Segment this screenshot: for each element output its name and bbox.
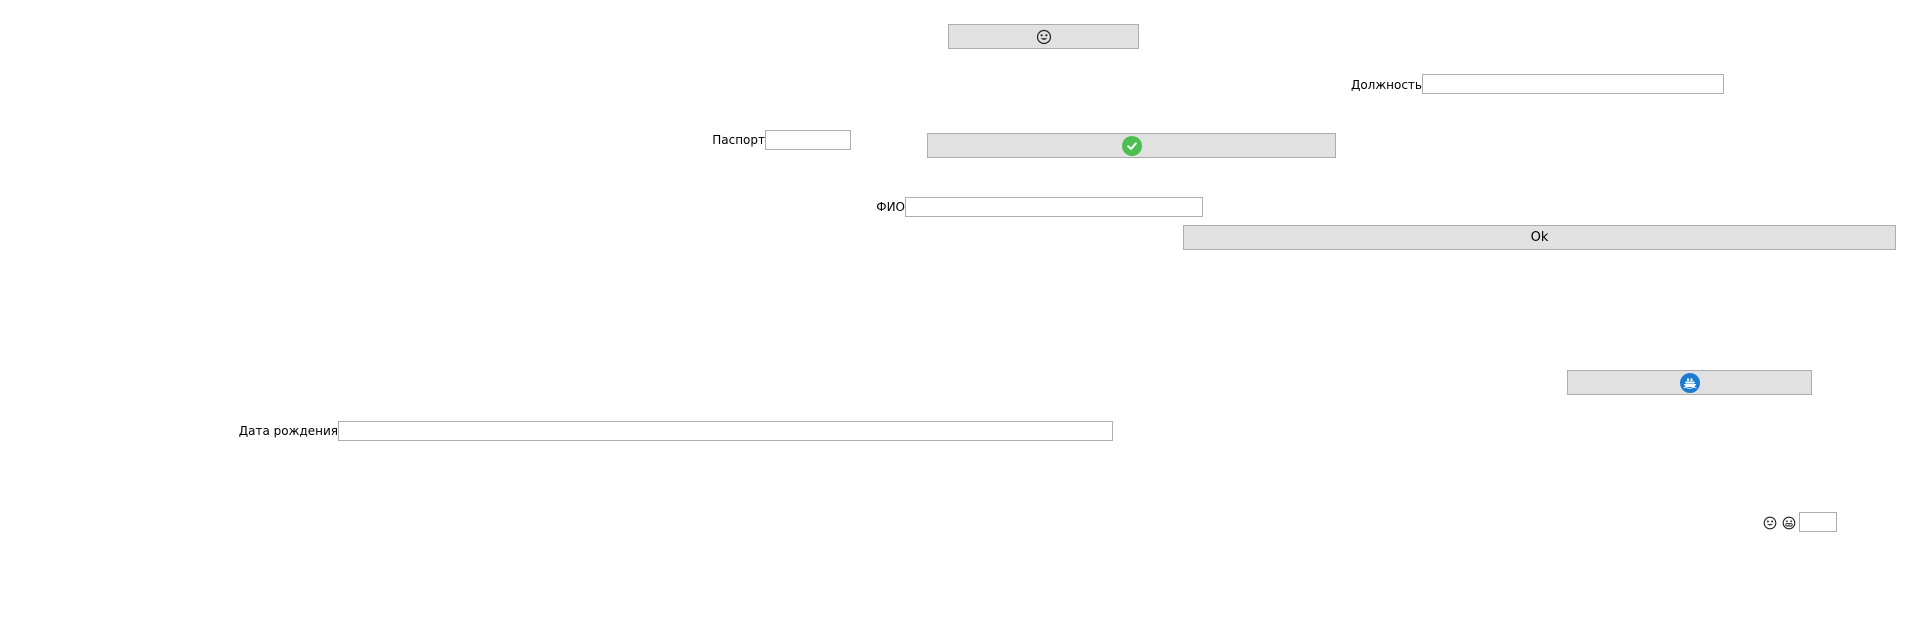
confirm-button[interactable] bbox=[927, 133, 1336, 158]
fio-label: ФИО bbox=[876, 200, 905, 214]
fio-input[interactable] bbox=[905, 197, 1203, 217]
ship-icon bbox=[1679, 372, 1700, 393]
position-input[interactable] bbox=[1422, 74, 1724, 94]
face-icon bbox=[1763, 516, 1777, 530]
passport-label: Паспорт bbox=[712, 133, 765, 147]
ship-button[interactable] bbox=[1567, 370, 1812, 395]
face-button[interactable] bbox=[948, 24, 1139, 49]
ok-button[interactable]: Ok bbox=[1183, 225, 1896, 250]
face-icon bbox=[1036, 29, 1051, 44]
check-circle-icon bbox=[1121, 135, 1142, 156]
bottom-right-input[interactable] bbox=[1799, 512, 1837, 532]
birth-date-label: Дата рождения bbox=[238, 424, 338, 438]
grin-face-icon bbox=[1782, 516, 1796, 530]
position-label: Должность bbox=[1350, 78, 1422, 92]
birth-date-input[interactable] bbox=[338, 421, 1113, 441]
passport-input[interactable] bbox=[765, 130, 851, 150]
